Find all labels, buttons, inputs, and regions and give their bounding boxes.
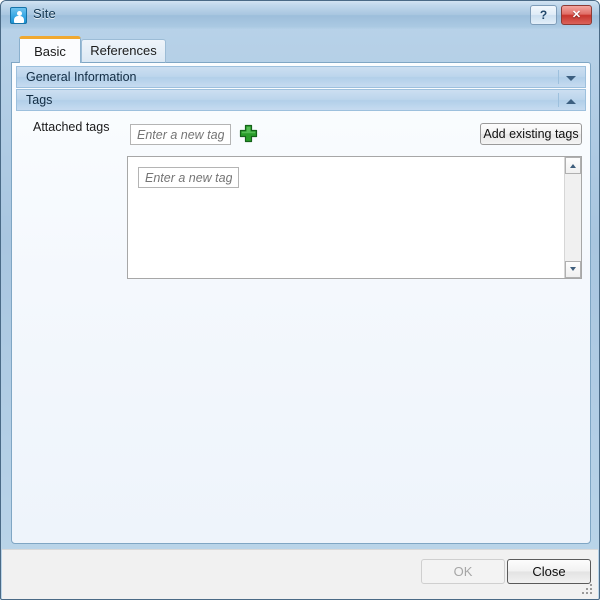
tab-basic[interactable]: Basic [19, 36, 81, 63]
resize-grip-dot [590, 588, 592, 590]
section-label-tags: Tags [26, 93, 53, 107]
resize-grip-dot [590, 584, 592, 586]
site-icon-body [13, 16, 24, 23]
new-tag-input[interactable] [130, 124, 231, 145]
ok-button[interactable]: OK [421, 559, 505, 584]
window-title: Site [33, 6, 56, 21]
close-window-button[interactable]: ✕ [561, 5, 592, 25]
tab-content-panel: General Information Tags Attached tags A… [11, 62, 591, 544]
scroll-down-button[interactable] [565, 261, 581, 278]
resize-grip-dot [586, 588, 588, 590]
section-label-general-information: General Information [26, 70, 137, 84]
site-dialog-window: Site ? ✕ Basic References General Inform… [0, 0, 600, 600]
help-button[interactable]: ? [530, 5, 557, 25]
close-button[interactable]: Close [507, 559, 591, 584]
resize-grip[interactable] [582, 584, 595, 597]
resize-grip-dot [582, 592, 584, 594]
tab-references[interactable]: References [81, 39, 166, 63]
section-header-tags[interactable]: Tags [16, 89, 586, 111]
attached-tags-label: Attached tags [33, 120, 110, 134]
green-plus-icon[interactable] [239, 124, 258, 143]
title-bar[interactable]: Site ? ✕ [1, 1, 599, 30]
dialog-footer: OK Close [2, 549, 598, 599]
chevron-down-icon[interactable] [566, 76, 576, 81]
scroll-down-arrow-icon [570, 267, 576, 271]
section-divider [558, 93, 559, 107]
section-divider [558, 70, 559, 84]
section-header-general-information[interactable]: General Information [16, 66, 586, 88]
attached-tags-listbox[interactable] [127, 156, 582, 279]
resize-grip-dot [590, 592, 592, 594]
listbox-new-tag-input[interactable] [138, 167, 239, 188]
listbox-vertical-scrollbar[interactable] [564, 157, 581, 278]
tab-strip: Basic References [11, 36, 591, 63]
site-icon-head [16, 10, 22, 16]
scroll-up-arrow-icon [570, 164, 576, 168]
chevron-up-icon[interactable] [566, 99, 576, 104]
scroll-up-button[interactable] [565, 157, 581, 174]
add-existing-tags-button[interactable]: Add existing tags [480, 123, 582, 145]
resize-grip-dot [586, 592, 588, 594]
site-icon [10, 7, 27, 24]
